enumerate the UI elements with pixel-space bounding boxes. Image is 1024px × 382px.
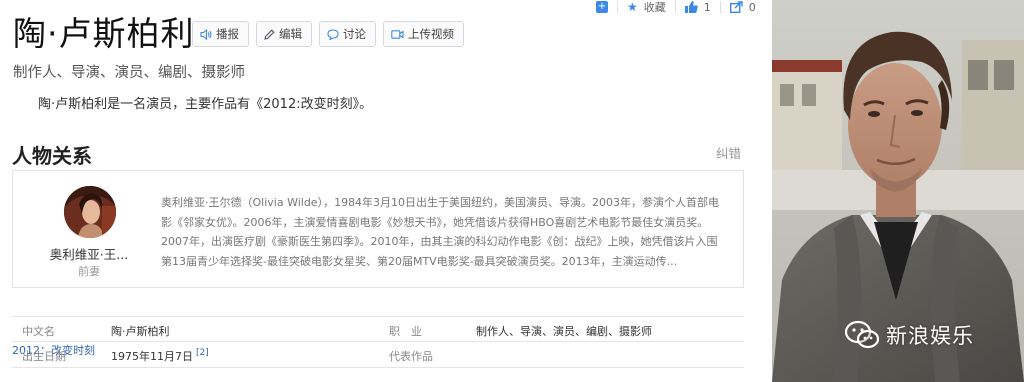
broadcast-label: 播报: [216, 27, 239, 41]
share-button[interactable]: 0: [729, 0, 756, 14]
discuss-label: 讨论: [343, 27, 366, 41]
correction-link[interactable]: 纠错: [716, 143, 741, 162]
occupation-subtitle: 制作人、导演、演员、编剧、摄影师: [13, 65, 245, 81]
like-count: 1: [703, 0, 711, 14]
favorite-button[interactable]: ★ 收藏: [627, 0, 666, 15]
info-key: 职 业: [389, 325, 422, 338]
info-key: 出生日期: [22, 350, 66, 363]
birthdate-text: 1975年11月7日: [111, 350, 193, 363]
pencil-icon: [264, 28, 275, 40]
relation-type: 前妻: [78, 265, 100, 278]
video-icon: [391, 29, 404, 39]
top-action-bar: + ★ 收藏 1 0: [596, 0, 762, 14]
add-button[interactable]: +: [596, 1, 608, 13]
plus-square-icon: +: [596, 1, 608, 13]
citation-link[interactable]: [2]: [196, 348, 209, 358]
share-icon: [729, 1, 743, 13]
edit-label: 编辑: [279, 27, 302, 41]
info-key: 中文名: [22, 325, 55, 338]
star-icon: ★: [627, 0, 638, 14]
info-value: 陶·卢斯柏利: [111, 325, 170, 338]
table-row: 出生日期 1975年11月7日 [2] 代表作品 2012：改变时刻: [12, 342, 744, 368]
watermark: 新浪娱乐: [844, 320, 974, 350]
relation-bio: 奥利维亚·王尔德（Olivia Wilde），1984年3月10日出生于美国纽约…: [161, 196, 720, 268]
favorite-label: 收藏: [643, 1, 666, 14]
share-count: 0: [748, 0, 756, 14]
upload-video-button[interactable]: 上传视频: [383, 21, 464, 47]
basic-info-table: 中文名 陶·卢斯柏利 职 业 制作人、导演、演员、编剧、摄影师 出生日期 197…: [12, 316, 744, 368]
info-key: 代表作品: [389, 350, 433, 363]
info-value: 制作人、导演、演员、编剧、摄影师: [476, 325, 652, 338]
divider: [617, 1, 618, 13]
like-button[interactable]: 1: [684, 0, 711, 14]
title-toolbar: 播报 编辑 讨论 上传视频: [192, 21, 471, 47]
relation-card[interactable]: 奥利维亚·王... 前妻 奥利维亚·王尔德（Olivia Wilde），1984…: [12, 170, 744, 288]
relations-section-title: 人物关系: [12, 144, 92, 168]
page-title: 陶·卢斯柏利: [13, 14, 195, 53]
wechat-icon: [844, 320, 880, 349]
relation-name[interactable]: 奥利维亚·王...: [39, 244, 139, 263]
thumbs-up-icon: [684, 1, 698, 13]
divider: [719, 1, 721, 13]
summary-text: 陶·卢斯柏利是一名演员，主要作品有《2012:改变时刻》。: [38, 97, 373, 112]
watermark-text: 新浪娱乐: [886, 324, 974, 348]
table-row: 中文名 陶·卢斯柏利 职 业 制作人、导演、演员、编剧、摄影师: [12, 316, 744, 342]
chat-bubble-icon: [327, 28, 339, 40]
avatar[interactable]: [64, 186, 116, 238]
broadcast-button[interactable]: 播报: [192, 21, 249, 47]
edit-button[interactable]: 编辑: [256, 21, 312, 47]
discuss-button[interactable]: 讨论: [319, 21, 376, 47]
info-value-birthdate: 1975年11月7日 [2]: [111, 348, 209, 364]
divider: [674, 1, 676, 13]
speaker-icon: [200, 28, 212, 40]
upload-video-label: 上传视频: [408, 27, 454, 41]
